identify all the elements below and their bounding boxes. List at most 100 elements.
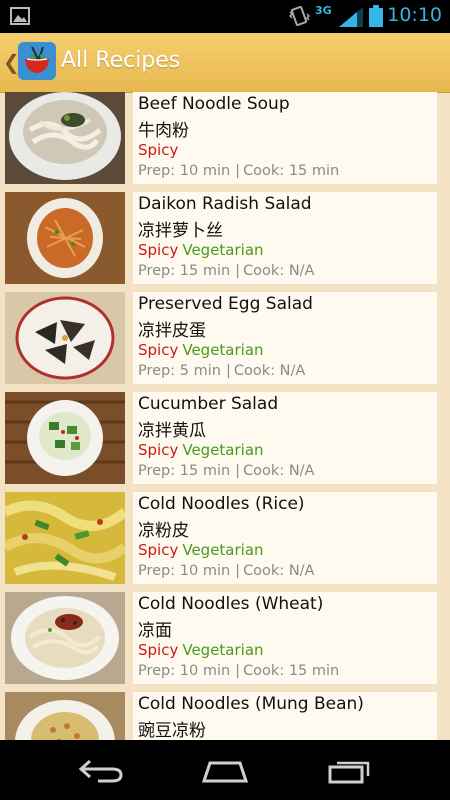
clock: 10:10 [387,4,442,26]
action-bar: ❮ All Recipes [0,33,450,93]
vegetarian-tag: Vegetarian [182,441,264,459]
cook-label: Cook: [243,463,285,479]
cook-time: 15 min [288,163,340,179]
recipe-times: Prep: 10 min | Cook: 15 min [138,663,339,679]
recipe-times: Prep: 15 min | Cook: N/A [138,263,314,279]
vegetarian-tag: Vegetarian [182,641,264,659]
recipe-row-cold-noodles-mung-bean[interactable]: Cold Noodles (Mung Bean) 豌豆凉粉 [5,692,437,740]
prep-time: 15 min [179,463,231,479]
recipe-row-cucumber-salad[interactable]: Cucumber Salad 凉拌黄瓜 Spicy Vegetarian Prep… [5,392,437,484]
recipe-tags: Spicy [138,141,182,159]
recipe-chinese-name: 凉拌黄瓜 [138,421,206,441]
recipe-info-card[interactable]: Cold Noodles (Mung Bean) 豌豆凉粉 [133,692,437,740]
recipe-tags: Spicy Vegetarian [138,541,264,559]
prep-time: 10 min [179,563,231,579]
cook-time: N/A [288,463,315,479]
recipe-info-card[interactable]: Preserved Egg Salad 凉拌皮蛋 Spicy Vegetarian… [133,292,437,384]
recipe-row-daikon-radish-salad[interactable]: Daikon Radish Salad 凉拌萝卜丝 Spicy Vegetaria… [5,192,437,284]
recipe-thumbnail [5,392,125,484]
cook-label: Cook: [233,363,275,379]
recipe-thumbnail [5,692,125,740]
prep-time: 5 min [179,363,221,379]
prep-time: 10 min [179,163,231,179]
spicy-tag: Spicy [138,341,179,359]
recipe-name: Preserved Egg Salad [138,294,313,314]
recipe-thumbnail [5,292,125,384]
recipe-tags: Spicy Vegetarian [138,241,264,259]
vibrate-icon [288,6,311,30]
navigation-bar [0,740,450,800]
cook-time: N/A [279,363,306,379]
separator: | [235,263,241,279]
recipe-name: Beef Noodle Soup [138,94,290,114]
recipe-list[interactable]: Beef Noodle Soup 牛肉粉 Spicy Prep: 10 min |… [0,92,450,740]
recipe-thumbnail [5,492,125,584]
cook-time: N/A [288,563,315,579]
recipe-times: Prep: 15 min | Cook: N/A [138,463,314,479]
vegetarian-tag: Vegetarian [182,341,264,359]
recipe-times: Prep: 10 min | Cook: N/A [138,563,314,579]
recipe-thumbnail [5,592,125,684]
prep-label: Prep: [138,363,176,379]
recipe-chinese-name: 凉面 [138,621,172,641]
separator: | [235,463,241,479]
separator: | [235,163,241,179]
recipe-info-card[interactable]: Cucumber Salad 凉拌黄瓜 Spicy Vegetarian Prep… [133,392,437,484]
recent-apps-icon[interactable] [328,758,374,788]
battery-icon [369,5,383,31]
back-icon[interactable] [78,758,124,788]
cook-label: Cook: [243,663,285,679]
recipe-chinese-name: 凉拌萝卜丝 [138,221,223,241]
prep-time: 10 min [179,663,231,679]
spicy-tag: Spicy [138,441,179,459]
recipe-thumbnail [5,192,125,284]
spicy-tag: Spicy [138,541,179,559]
recipe-name: Daikon Radish Salad [138,194,312,214]
recipe-tags: Spicy Vegetarian [138,641,264,659]
recipe-times: Prep: 5 min | Cook: N/A [138,363,305,379]
recipe-row-beef-noodle-soup[interactable]: Beef Noodle Soup 牛肉粉 Spicy Prep: 10 min |… [5,92,437,184]
cook-label: Cook: [243,263,285,279]
spicy-tag: Spicy [138,141,179,159]
prep-time: 15 min [179,263,231,279]
prep-label: Prep: [138,463,176,479]
recipe-tags: Spicy Vegetarian [138,441,264,459]
recipe-chinese-name: 豌豆凉粉 [138,721,206,740]
recipe-name: Cold Noodles (Rice) [138,494,305,514]
recipe-tags: Spicy Vegetarian [138,341,264,359]
noodle-bowl-app-icon[interactable] [18,42,56,80]
recipe-row-cold-noodles-rice[interactable]: Cold Noodles (Rice) 凉粉皮 Spicy Vegetarian … [5,492,437,584]
recipe-times: Prep: 10 min | Cook: 15 min [138,163,339,179]
recipe-name: Cucumber Salad [138,394,279,414]
signal-icon [338,6,364,32]
prep-label: Prep: [138,563,176,579]
recipe-row-preserved-egg-salad[interactable]: Preserved Egg Salad 凉拌皮蛋 Spicy Vegetarian… [5,292,437,384]
page-title: All Recipes [61,48,181,73]
vegetarian-tag: Vegetarian [182,241,264,259]
spicy-tag: Spicy [138,641,179,659]
vegetarian-tag: Vegetarian [182,541,264,559]
separator: | [225,363,231,379]
cook-label: Cook: [243,563,285,579]
prep-label: Prep: [138,263,176,279]
recipe-info-card[interactable]: Beef Noodle Soup 牛肉粉 Spicy Prep: 10 min |… [133,92,437,184]
cook-time: 15 min [288,663,340,679]
status-bar: 3G 10:10 [0,0,450,33]
home-icon[interactable] [201,758,249,788]
network-type-label: 3G [315,4,332,17]
recipe-name: Cold Noodles (Mung Bean) [138,694,364,714]
recipe-chinese-name: 凉拌皮蛋 [138,321,206,341]
spicy-tag: Spicy [138,241,179,259]
separator: | [235,563,241,579]
recipe-info-card[interactable]: Cold Noodles (Rice) 凉粉皮 Spicy Vegetarian … [133,492,437,584]
prep-label: Prep: [138,163,176,179]
recipe-info-card[interactable]: Daikon Radish Salad 凉拌萝卜丝 Spicy Vegetaria… [133,192,437,284]
gallery-icon [10,7,30,29]
prep-label: Prep: [138,663,176,679]
cook-time: N/A [288,263,315,279]
recipe-info-card[interactable]: Cold Noodles (Wheat) 凉面 Spicy Vegetarian … [133,592,437,684]
recipe-row-cold-noodles-wheat[interactable]: Cold Noodles (Wheat) 凉面 Spicy Vegetarian … [5,592,437,684]
recipe-chinese-name: 凉粉皮 [138,521,189,541]
recipe-chinese-name: 牛肉粉 [138,121,189,141]
recipe-thumbnail [5,92,125,184]
